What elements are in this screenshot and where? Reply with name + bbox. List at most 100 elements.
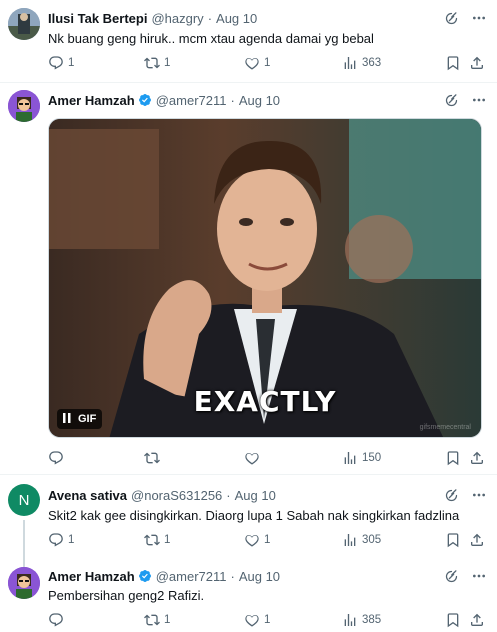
- thread-line: [23, 520, 25, 567]
- share-button[interactable]: [469, 532, 485, 548]
- user-handle[interactable]: @amer7211: [156, 93, 227, 108]
- bookmark-icon: [445, 450, 461, 466]
- like-count: 1: [264, 534, 271, 546]
- bookmark-button[interactable]: [445, 55, 461, 71]
- separator-dot: ·: [207, 10, 213, 26]
- timestamp[interactable]: Aug 10: [239, 93, 280, 108]
- reply-count: 1: [68, 534, 75, 546]
- like-icon: [244, 450, 260, 466]
- reply-icon: [48, 55, 64, 71]
- reply-icon: [48, 450, 64, 466]
- avatar[interactable]: [8, 90, 40, 122]
- tweet-text: Pembersihan geng2 Rafizi.: [48, 588, 205, 603]
- bookmark-icon: [445, 55, 461, 71]
- display-name[interactable]: Ilusi Tak Bertepi: [48, 11, 147, 26]
- divider: [0, 474, 497, 475]
- like-icon: [244, 532, 260, 548]
- bookmark-button[interactable]: [445, 612, 461, 628]
- grok-icon[interactable]: [443, 92, 459, 108]
- display-name[interactable]: Avena sativa: [48, 488, 127, 503]
- retweet-button[interactable]: 1: [144, 532, 170, 548]
- bookmark-button[interactable]: [445, 450, 461, 466]
- header-actions: [443, 568, 487, 584]
- avatar[interactable]: [8, 567, 40, 599]
- share-icon: [469, 450, 485, 466]
- share-icon: [469, 55, 485, 71]
- retweet-icon: [144, 612, 160, 628]
- more-icon[interactable]: [471, 568, 487, 584]
- user-handle[interactable]: @hazgry: [151, 11, 203, 26]
- retweet-button[interactable]: [144, 450, 164, 466]
- more-icon[interactable]: [471, 487, 487, 503]
- gif-badge[interactable]: GIF: [57, 409, 103, 429]
- pause-icon[interactable]: [63, 412, 71, 426]
- reply-button[interactable]: 1: [48, 55, 74, 71]
- verified-icon: [138, 569, 152, 583]
- reply-button[interactable]: [48, 612, 68, 628]
- views-icon: [342, 55, 358, 71]
- tweet-header: Amer Hamzah @amer7211 · Aug 10: [48, 567, 457, 585]
- timestamp[interactable]: Aug 10: [216, 11, 257, 26]
- views-button[interactable]: 385: [342, 612, 381, 628]
- like-button[interactable]: 1: [244, 55, 270, 71]
- gif-label: GIF: [78, 413, 97, 425]
- bookmark-icon: [445, 532, 461, 548]
- retweet-button[interactable]: 1: [144, 612, 170, 628]
- retweet-icon: [144, 532, 160, 548]
- tweet-header: Ilusi Tak Bertepi @hazgry · Aug 10: [48, 9, 457, 27]
- user-handle[interactable]: @amer7211: [156, 569, 227, 584]
- display-name[interactable]: Amer Hamzah: [48, 93, 135, 108]
- tweet-text: Nk buang geng hiruk.. mcm xtau agenda da…: [48, 31, 374, 46]
- views-count: 363: [362, 57, 382, 69]
- separator-dot: ·: [230, 568, 235, 584]
- views-count: 305: [362, 534, 382, 546]
- avatar-letter: N: [18, 491, 30, 509]
- avatar-image: [8, 567, 40, 599]
- views-icon: [342, 532, 358, 548]
- reply-button[interactable]: 1: [48, 532, 74, 548]
- avatar-image: [8, 90, 40, 122]
- bookmark-button[interactable]: [445, 532, 461, 548]
- retweet-count: 1: [164, 57, 171, 69]
- views-button[interactable]: 363: [342, 55, 381, 71]
- bookmark-icon: [445, 612, 461, 628]
- like-button[interactable]: 1: [244, 532, 270, 548]
- share-button[interactable]: [469, 450, 485, 466]
- like-icon: [244, 612, 260, 628]
- tweet-1[interactable]: Ilusi Tak Bertepi @hazgry · Aug 10 Nk bu…: [0, 0, 497, 82]
- retweet-count: 1: [164, 614, 171, 626]
- tweet-text: Skit2 kak gee disingkirkan. Diaorg lupa …: [48, 508, 460, 523]
- like-icon: [244, 55, 260, 71]
- share-button[interactable]: [469, 612, 485, 628]
- grok-icon[interactable]: [443, 10, 459, 26]
- separator-dot: ·: [226, 487, 231, 503]
- reply-icon: [48, 532, 64, 548]
- timestamp[interactable]: Aug 10: [235, 488, 276, 503]
- grok-icon[interactable]: [443, 487, 459, 503]
- more-icon[interactable]: [471, 92, 487, 108]
- avatar[interactable]: [8, 8, 40, 40]
- retweet-icon: [144, 55, 160, 71]
- more-icon[interactable]: [471, 10, 487, 26]
- grok-icon[interactable]: [443, 568, 459, 584]
- user-handle[interactable]: @noraS631256: [131, 488, 222, 503]
- views-button[interactable]: 305: [342, 532, 381, 548]
- like-button[interactable]: [244, 450, 264, 466]
- like-button[interactable]: 1: [244, 612, 270, 628]
- share-icon: [469, 532, 485, 548]
- avatar[interactable]: N: [8, 484, 40, 516]
- action-bar: 1 1 1 305: [48, 530, 487, 550]
- share-button[interactable]: [469, 55, 485, 71]
- reply-button[interactable]: [48, 450, 68, 466]
- retweet-count: 1: [164, 534, 171, 546]
- display-name[interactable]: Amer Hamzah: [48, 569, 135, 584]
- gif-caption: EXACTLY: [193, 385, 337, 418]
- views-count: 385: [362, 614, 382, 626]
- views-button[interactable]: 150: [342, 450, 381, 466]
- gif-media[interactable]: EXACTLY GIF gifsmemecentral: [48, 118, 482, 438]
- retweet-button[interactable]: 1: [144, 55, 170, 71]
- timestamp[interactable]: Aug 10: [239, 569, 280, 584]
- tweet-header: Amer Hamzah @amer7211 · Aug 10: [48, 91, 457, 109]
- verified-icon: [138, 93, 152, 107]
- views-icon: [342, 450, 358, 466]
